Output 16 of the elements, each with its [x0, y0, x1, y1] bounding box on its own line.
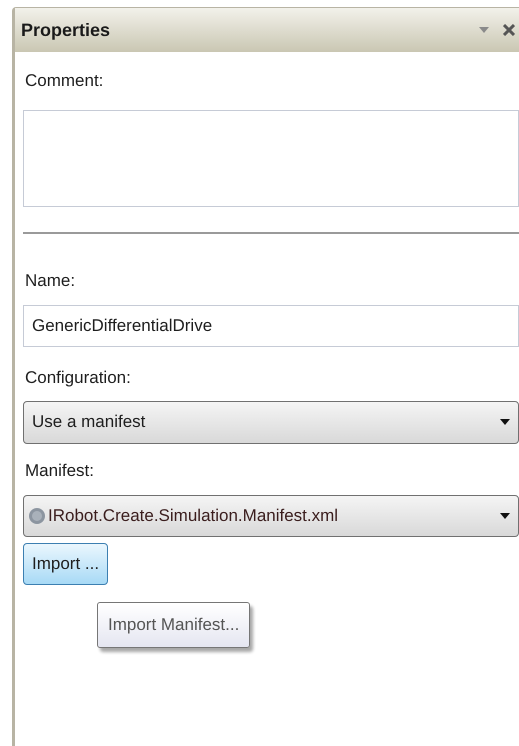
import-button[interactable]: Import ...: [23, 543, 108, 585]
close-icon[interactable]: [503, 24, 515, 36]
caret-icon: [500, 513, 510, 519]
field-label: Manifest:: [25, 460, 95, 482]
field-label: Name:: [25, 270, 76, 292]
configuration-dropdown[interactable]: Use a manifest: [23, 400, 519, 444]
name-field[interactable]: GenericDifferentialDrive: [23, 305, 519, 347]
field-label: Comment:: [25, 70, 104, 92]
comment-field[interactable]: [23, 110, 519, 206]
panel-title: Properties: [21, 18, 110, 42]
dropdown-icon[interactable]: [479, 27, 489, 33]
manifest-dropdown[interactable]: IRobot.Create.Simulation.Manifest.xml: [23, 495, 519, 537]
caret-icon: [500, 419, 510, 425]
manifest-value: IRobot.Create.Simulation.Manifest.xml: [48, 505, 338, 528]
field-label: Configuration:: [25, 367, 132, 389]
tooltip: Import Manifest...: [97, 602, 250, 648]
